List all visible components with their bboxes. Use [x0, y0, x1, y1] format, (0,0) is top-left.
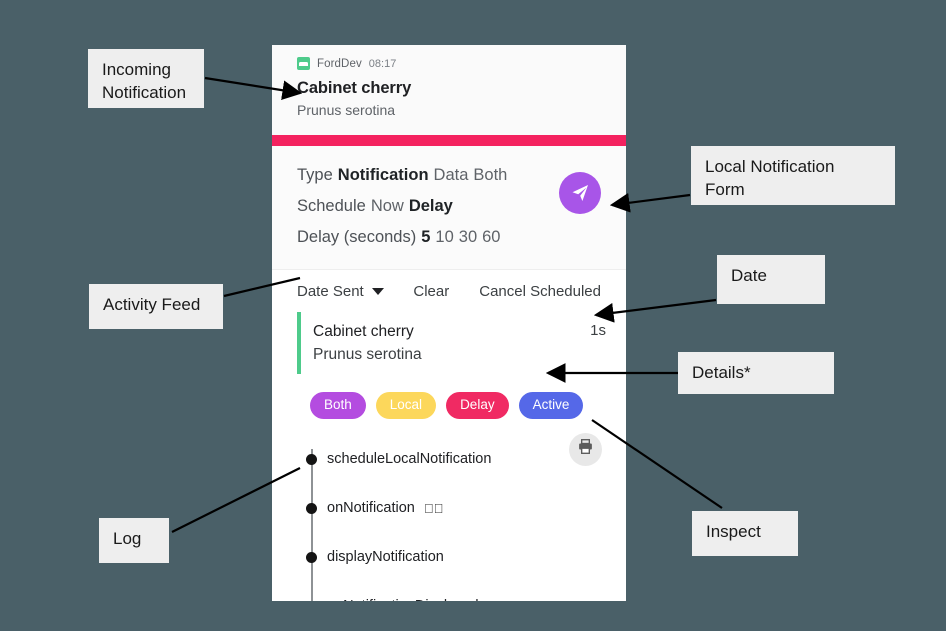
- log-item-label: onNotification: [327, 500, 415, 517]
- annotation-local-notification-form: Local Notification Form: [691, 146, 895, 205]
- form-rows: Type Notification Data Both Schedule Now Dela…: [297, 160, 553, 253]
- log-item-label: displayNotification: [327, 549, 444, 566]
- chip-active[interactable]: Active: [518, 392, 584, 419]
- accent-bar: [272, 134, 626, 146]
- annotation-details: Details*: [678, 352, 834, 394]
- chip-local[interactable]: Local: [375, 392, 437, 419]
- log-timeline: scheduleLocalNotification onNotification…: [272, 427, 626, 601]
- activity-entry-time: 1s: [590, 321, 606, 339]
- send-button[interactable]: [559, 171, 601, 214]
- activity-feed: Date Sent Clear Cancel Scheduled Cabinet…: [272, 269, 626, 601]
- activity-entry[interactable]: Cabinet cherry Prunus serotina 1s: [297, 311, 606, 375]
- option-schedule-delay[interactable]: Delay: [409, 197, 453, 215]
- feed-toolbar: Date Sent Clear Cancel Scheduled: [272, 270, 626, 312]
- option-schedule-now[interactable]: Now: [371, 197, 404, 215]
- annotation-inspect: Inspect: [692, 511, 798, 556]
- option-delay-5[interactable]: 5: [421, 228, 430, 246]
- notification-app-name: FordDev: [317, 57, 362, 70]
- notification-title: Cabinet cherry: [297, 79, 412, 97]
- cancel-scheduled-button[interactable]: Cancel Scheduled: [479, 283, 601, 300]
- local-notification-form: Type Notification Data Both Schedule Now Dela…: [272, 145, 626, 270]
- log-item-label: scheduleLocalNotification: [327, 451, 492, 468]
- form-label-delay-seconds: Delay (seconds): [297, 227, 417, 246]
- incoming-notification[interactable]: FordDev 08:17 Cabinet cherry Prunus sero…: [272, 45, 626, 135]
- annotation-log: Log: [99, 518, 169, 563]
- activity-entry-main: Cabinet cherry Prunus serotina: [313, 320, 590, 367]
- activity-entry-subtitle: Prunus serotina: [313, 345, 422, 363]
- chip-delay[interactable]: Delay: [446, 392, 509, 419]
- notification-subtitle: Prunus serotina: [297, 102, 396, 119]
- log-item[interactable]: scheduleLocalNotification: [305, 435, 601, 484]
- annotation-activity-feed: Activity Feed: [89, 284, 223, 329]
- log-item[interactable]: displayNotification: [305, 533, 601, 582]
- sort-dropdown[interactable]: Date Sent: [297, 283, 384, 300]
- log-item[interactable]: onNotification ☜⃝: [305, 484, 601, 533]
- option-delay-60[interactable]: 60: [482, 228, 500, 246]
- option-type-data[interactable]: Data: [434, 166, 469, 184]
- activity-entry-title: Cabinet cherry: [313, 322, 414, 340]
- form-row-type: Type Notification Data Both: [297, 160, 553, 191]
- detail-chips: Both Local Delay Active: [272, 374, 626, 427]
- timeline-dot-icon: [306, 453, 317, 465]
- form-label-schedule: Schedule: [297, 196, 366, 215]
- form-row-delay-seconds: Delay (seconds) 5 10 30 60: [297, 222, 553, 253]
- annotation-date: Date: [717, 255, 825, 304]
- annotation-incoming-notification: Incoming Notification: [88, 49, 204, 108]
- timeline-dot-icon: [306, 502, 317, 514]
- option-delay-30[interactable]: 30: [459, 228, 477, 246]
- sort-label: Date Sent: [297, 282, 364, 300]
- broadcast-icon: ☜⃝: [488, 600, 508, 601]
- option-type-notification[interactable]: Notification: [338, 166, 429, 184]
- timeline-dot-icon: [306, 551, 317, 563]
- notification-time: 08:17: [368, 57, 397, 70]
- chevron-down-icon: [371, 287, 384, 295]
- option-delay-10[interactable]: 10: [435, 228, 453, 246]
- option-type-both[interactable]: Both: [473, 166, 507, 184]
- app-green-icon: [297, 57, 310, 70]
- notification-header: FordDev 08:17: [297, 57, 601, 70]
- form-label-type: Type: [297, 165, 333, 184]
- broadcast-icon: ☜⃝: [423, 500, 444, 516]
- device-screen: FordDev 08:17 Cabinet cherry Prunus sero…: [272, 45, 626, 601]
- log-item[interactable]: onNotificationDisplayed ☜⃝: [305, 582, 601, 601]
- chip-both[interactable]: Both: [310, 392, 366, 419]
- clear-button[interactable]: Clear: [413, 283, 449, 300]
- log-item-label: onNotificationDisplayed: [327, 598, 479, 601]
- feed-actions: Clear Cancel Scheduled: [413, 283, 601, 300]
- form-row-schedule: Schedule Now Delay: [297, 191, 553, 222]
